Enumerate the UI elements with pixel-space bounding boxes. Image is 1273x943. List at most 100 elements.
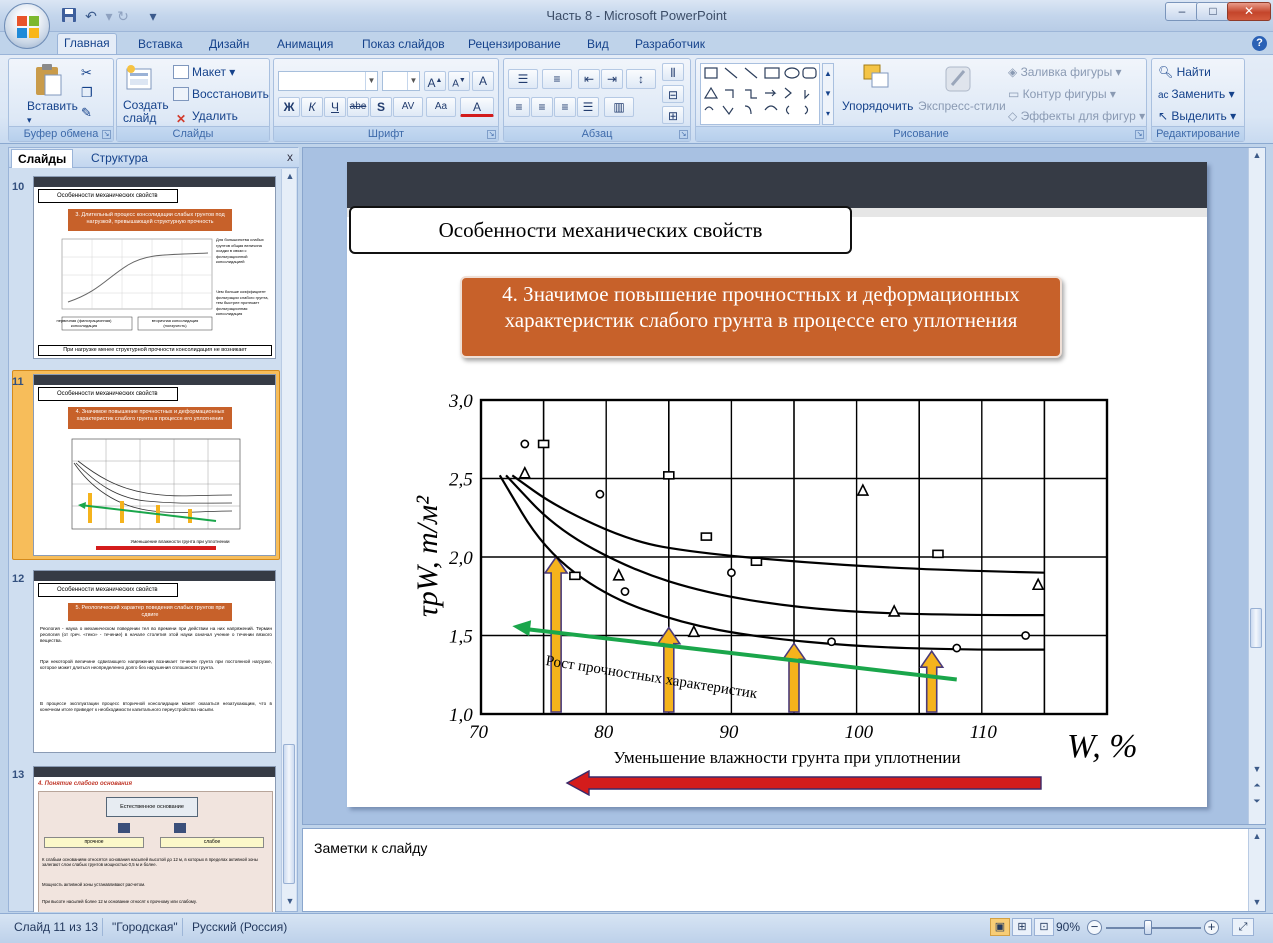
arrange-button[interactable]: Упорядочить bbox=[842, 99, 913, 113]
slide-thumbnail-12[interactable]: Особенности механических свойств 5. Реол… bbox=[33, 570, 276, 753]
tab-outline[interactable]: Структура bbox=[85, 149, 154, 168]
scroll-up-icon[interactable]: ▲ bbox=[1251, 150, 1263, 160]
notes-scrollbar[interactable]: ▲ ▼ bbox=[1248, 829, 1265, 911]
clear-formatting-button[interactable]: A bbox=[472, 71, 494, 91]
align-right-icon[interactable]: ≡ bbox=[554, 97, 576, 117]
slide-chart[interactable]: 1,01,52,02,53,070 80 90 100 110 W, %τpW, т/м² bbox=[347, 162, 1207, 807]
shadow-button[interactable]: S bbox=[370, 97, 392, 117]
smartart-icon[interactable]: ⊞ bbox=[662, 106, 684, 124]
char-spacing-button[interactable]: AV bbox=[393, 97, 423, 117]
scroll-down-icon[interactable]: ▼ bbox=[1251, 897, 1263, 907]
grow-font-button[interactable]: A▲ bbox=[424, 71, 446, 91]
layout-button[interactable]: Макет ▾ bbox=[173, 65, 235, 79]
tab-developer[interactable]: Разработчик bbox=[629, 35, 711, 54]
previous-slide-icon[interactable]: ⏶ bbox=[1251, 780, 1263, 791]
current-slide[interactable]: Особенности механических свойств 4. Знач… bbox=[347, 162, 1207, 807]
line-spacing-icon[interactable]: ↕ bbox=[626, 69, 656, 89]
close-button[interactable]: ✕ bbox=[1227, 2, 1271, 21]
tab-insert[interactable]: Вставка bbox=[132, 35, 189, 54]
tab-view[interactable]: Вид bbox=[581, 35, 615, 54]
zoom-out-button[interactable]: − bbox=[1087, 920, 1102, 935]
bullets-icon[interactable]: ☰ bbox=[508, 69, 538, 89]
close-panel-icon[interactable]: x bbox=[287, 150, 293, 164]
bold-button[interactable]: Ж bbox=[278, 97, 300, 117]
tab-animation[interactable]: Анимация bbox=[271, 35, 339, 54]
shape-outline-button[interactable]: ▭ Контур фигуры ▾ bbox=[1008, 87, 1116, 101]
zoom-level[interactable]: 90% bbox=[1056, 920, 1080, 934]
format-painter-icon[interactable]: ✎ bbox=[81, 105, 92, 121]
select-button[interactable]: ↖ Выделить ▾ bbox=[1158, 109, 1236, 123]
language[interactable]: Русский (Россия) bbox=[192, 920, 287, 934]
font-color-button[interactable]: A bbox=[460, 97, 494, 117]
scroll-thumb[interactable] bbox=[283, 744, 295, 884]
slideshow-button[interactable]: ⊡ bbox=[1034, 918, 1054, 936]
drawing-launcher-icon[interactable]: ↘ bbox=[1135, 130, 1144, 139]
clipboard-launcher-icon[interactable]: ↘ bbox=[102, 130, 111, 139]
numbering-icon[interactable]: ≡ bbox=[542, 69, 572, 89]
scroll-up-icon[interactable]: ▲ bbox=[284, 171, 296, 181]
notes-pane[interactable]: Заметки к слайду ▲ ▼ bbox=[302, 828, 1266, 912]
underline-button[interactable]: Ч bbox=[324, 97, 346, 117]
find-button[interactable]: 🔍︎ Найти bbox=[1158, 65, 1211, 79]
font-size-combo[interactable]: ▼ bbox=[382, 71, 420, 91]
fit-to-window-button[interactable]: ⤢ bbox=[1232, 918, 1254, 936]
replace-button[interactable]: ac Заменить ▾ bbox=[1158, 87, 1235, 101]
copy-icon[interactable]: ❐ bbox=[81, 85, 93, 101]
delete-slide-button[interactable]: ✕ Удалить bbox=[173, 109, 238, 126]
columns-icon[interactable]: ▥ bbox=[604, 97, 634, 117]
paste-button[interactable]: Вставить bbox=[27, 99, 78, 113]
cut-icon[interactable]: ✂ bbox=[81, 65, 92, 81]
font-name-dropdown-icon[interactable]: ▼ bbox=[365, 72, 377, 90]
tab-design[interactable]: Дизайн bbox=[203, 35, 255, 54]
shrink-font-button[interactable]: A▼ bbox=[448, 71, 470, 91]
new-slide-icon[interactable] bbox=[125, 63, 153, 93]
customize-quick-access-icon[interactable]: ▾ bbox=[144, 7, 162, 25]
font-size-dropdown-icon[interactable]: ▼ bbox=[407, 72, 419, 90]
align-center-icon[interactable]: ≡ bbox=[531, 97, 553, 117]
tab-slides[interactable]: Слайды bbox=[11, 149, 74, 168]
scroll-up-icon[interactable]: ▲ bbox=[1251, 831, 1263, 841]
undo-icon[interactable]: ↶ bbox=[82, 7, 100, 25]
zoom-slider[interactable] bbox=[1106, 927, 1201, 929]
font-launcher-icon[interactable]: ↘ bbox=[487, 130, 496, 139]
new-slide-button[interactable]: Создать слайд bbox=[123, 99, 171, 125]
notes-placeholder[interactable]: Заметки к слайду bbox=[314, 840, 427, 856]
paragraph-launcher-icon[interactable]: ↘ bbox=[679, 130, 688, 139]
normal-view-button[interactable]: ▣ bbox=[990, 918, 1010, 936]
help-icon[interactable]: ? bbox=[1252, 36, 1267, 51]
slide-thumbnail-11[interactable]: Особенности механических свойств 4. Знач… bbox=[33, 374, 276, 556]
shapes-gallery[interactable] bbox=[700, 63, 820, 125]
minimize-button[interactable]: – bbox=[1165, 2, 1199, 21]
increase-indent-icon[interactable]: ⇥ bbox=[601, 69, 623, 89]
italic-button[interactable]: К bbox=[301, 97, 323, 117]
office-button[interactable] bbox=[4, 3, 50, 49]
align-text-icon[interactable]: ⊟ bbox=[662, 85, 684, 103]
save-icon[interactable] bbox=[60, 7, 78, 25]
font-name-combo[interactable]: ▼ bbox=[278, 71, 378, 91]
slide-thumbnail-13[interactable]: 4. Понятие слабого основания Естественно… bbox=[33, 766, 276, 912]
justify-icon[interactable]: ☰ bbox=[577, 97, 599, 117]
zoom-slider-knob[interactable] bbox=[1144, 920, 1153, 935]
slide-scrollbar[interactable]: ▲ ▼ ⏶ ⏷ bbox=[1248, 148, 1265, 824]
decrease-indent-icon[interactable]: ⇤ bbox=[578, 69, 600, 89]
shape-fill-button[interactable]: ◈ Заливка фигуры ▾ bbox=[1008, 65, 1122, 79]
tab-review[interactable]: Рецензирование bbox=[462, 35, 567, 54]
redo-icon[interactable]: ↻ bbox=[114, 7, 132, 25]
arrange-icon[interactable] bbox=[856, 63, 896, 95]
tab-home[interactable]: Главная bbox=[57, 33, 117, 55]
strikethrough-button[interactable]: abe bbox=[347, 97, 369, 117]
quick-styles-button[interactable]: Экспресс-стили bbox=[918, 99, 1006, 113]
theme-name[interactable]: "Городская" bbox=[112, 920, 178, 934]
paste-icon[interactable] bbox=[33, 63, 63, 97]
scroll-down-icon[interactable]: ▼ bbox=[1251, 764, 1263, 774]
quick-styles-icon[interactable] bbox=[942, 63, 974, 95]
shape-effects-button[interactable]: ◇ Эффекты для фигур ▾ bbox=[1008, 109, 1145, 123]
slide-sorter-button[interactable]: ⊞ bbox=[1012, 918, 1032, 936]
zoom-in-button[interactable]: + bbox=[1204, 920, 1219, 935]
change-case-button[interactable]: Aa bbox=[426, 97, 456, 117]
text-direction-icon[interactable]: ⫴ bbox=[662, 63, 684, 81]
tab-slideshow[interactable]: Показ слайдов bbox=[356, 35, 451, 54]
reset-button[interactable]: Восстановить bbox=[173, 87, 269, 101]
slides-panel-scrollbar[interactable]: ▲ ▼ bbox=[281, 169, 296, 911]
shapes-scroll[interactable]: ▲ ▼ ▾ bbox=[822, 63, 834, 125]
